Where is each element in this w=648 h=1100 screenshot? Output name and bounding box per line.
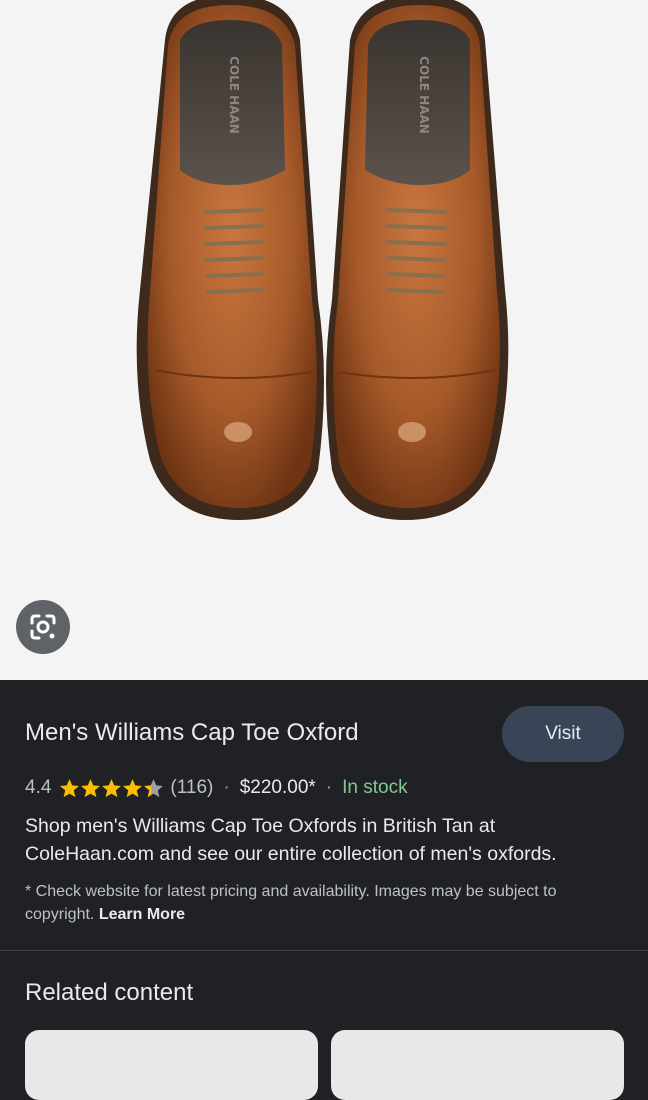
learn-more-link[interactable]: Learn More: [99, 906, 185, 923]
svg-text:COLE HAAN: COLE HAAN: [227, 56, 241, 134]
product-description: Shop men's Williams Cap Toe Oxfords in B…: [25, 815, 557, 865]
visit-button[interactable]: Visit: [502, 706, 624, 762]
review-count[interactable]: (116): [170, 777, 213, 799]
separator-dot: ·: [325, 777, 333, 798]
related-card[interactable]: [331, 1030, 624, 1100]
lens-icon: [30, 614, 56, 640]
stock-status: In stock: [342, 777, 408, 798]
oxford-shoes-photo: COLE HAAN COLE HAAN: [136, 0, 509, 520]
rating-value: 4.4: [25, 777, 52, 798]
related-content-heading: Related content: [25, 979, 194, 1006]
right-shoe: COLE HAAN: [326, 0, 509, 520]
product-meta: 4.4 (116) · $220.00* · In stock: [25, 775, 408, 801]
star-icon: [60, 779, 80, 798]
related-card[interactable]: [25, 1030, 318, 1100]
left-shoe: COLE HAAN: [136, 0, 324, 520]
pricing-note: * Check website for latest pricing and a…: [25, 880, 625, 926]
star-icon: [123, 779, 143, 798]
star-icon: [81, 779, 101, 798]
product-title[interactable]: Men's Williams Cap Toe Oxford: [25, 718, 359, 748]
product-image[interactable]: COLE HAAN COLE HAAN: [0, 0, 648, 680]
star-rating: [59, 778, 164, 798]
svg-text:COLE HAAN: COLE HAAN: [417, 56, 431, 134]
google-lens-button[interactable]: [16, 600, 70, 654]
price: $220.00*: [239, 777, 316, 798]
star-icon: [102, 779, 122, 798]
separator-dot: ·: [223, 777, 230, 798]
star-icon: [144, 779, 164, 798]
divider: [0, 950, 648, 951]
